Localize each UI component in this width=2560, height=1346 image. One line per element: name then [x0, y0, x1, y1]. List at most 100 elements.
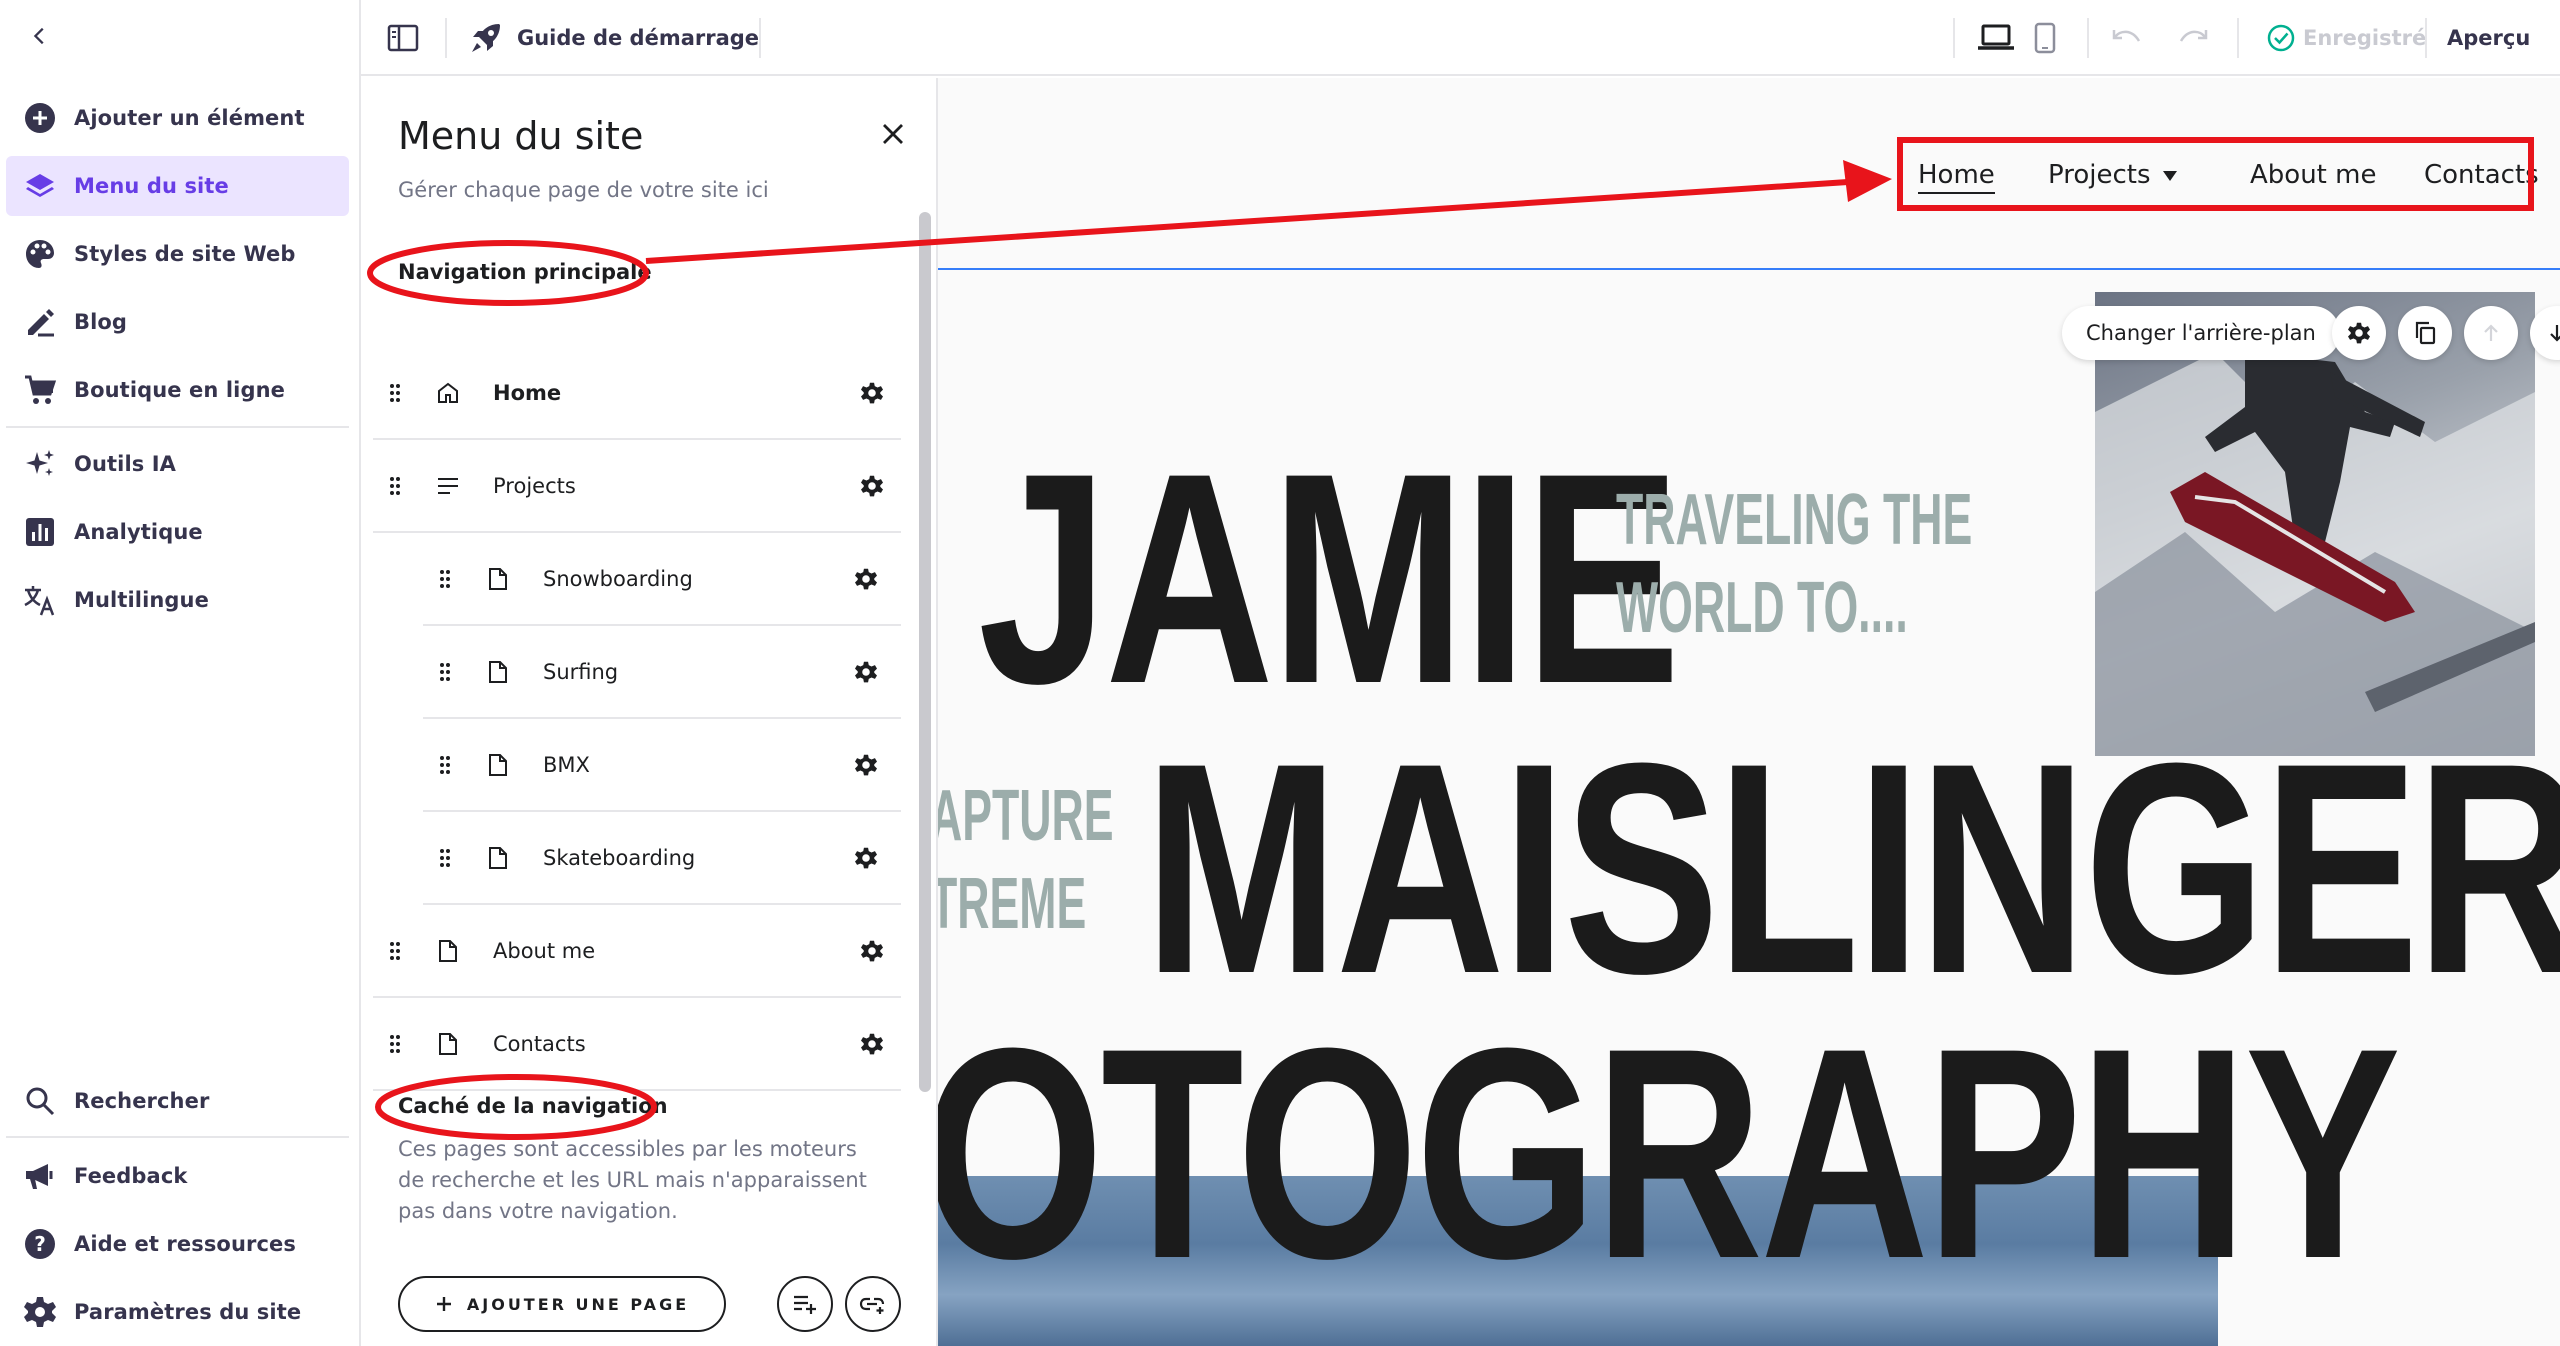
sidebar-item-label: Ajouter un élément: [74, 106, 305, 130]
plus-circle-icon: [25, 103, 55, 133]
sidebar-item-blog[interactable]: Blog: [6, 292, 349, 352]
undo-button[interactable]: [2107, 18, 2147, 58]
hero-tagline-1b[interactable]: WORLD TO....: [1616, 572, 1908, 644]
sidebar-item-help[interactable]: ? Aide et ressources: [6, 1214, 349, 1274]
site-nav-home[interactable]: Home: [1918, 160, 1995, 194]
hero-tagline-1a[interactable]: TRAVELING THE: [1616, 484, 1972, 556]
hero-tagline-2a[interactable]: APTURE: [938, 780, 1114, 852]
sidebar-divider: [6, 1136, 349, 1138]
chevron-left-icon: [33, 27, 44, 45]
sidebar-item-site-settings[interactable]: Paramètres du site: [6, 1282, 349, 1342]
cart-icon: [25, 375, 57, 404]
site-menu-panel: Menu du site Gérer chaque page de votre …: [361, 78, 938, 1346]
palette-icon: [26, 240, 54, 268]
layers-icon: [26, 174, 54, 197]
close-panel-button[interactable]: [869, 110, 917, 158]
sidebar-item-online-store[interactable]: Boutique en ligne: [6, 360, 349, 420]
add-page-button[interactable]: AJOUTER UNE PAGE: [398, 1276, 726, 1332]
mobile-view-button[interactable]: [2027, 18, 2063, 58]
site-preview-canvas[interactable]: Home Projects About me Contacts JAMIE MA…: [938, 78, 2560, 1346]
page-icon: [483, 564, 513, 594]
site-nav-contacts[interactable]: Contacts: [2424, 160, 2539, 190]
playlist-add-icon: [794, 1295, 816, 1314]
editor-topbar: Guide de démarrage Enregistré Aperçu: [361, 0, 2560, 76]
page-settings-gear-icon[interactable]: [851, 843, 881, 873]
editor-sidebar: Ajouter un élément Menu du site Styles d…: [0, 0, 361, 1346]
page-label: Home: [493, 381, 562, 405]
hero-title-line3[interactable]: OTOGRAPHY: [938, 1003, 2401, 1303]
snowboard-photo[interactable]: [2095, 292, 2535, 756]
sidebar-item-search[interactable]: Rechercher: [6, 1071, 349, 1131]
drag-handle-icon[interactable]: [433, 843, 457, 873]
panel-scrollbar[interactable]: [919, 212, 931, 1092]
page-row-about-me[interactable]: About me: [373, 906, 901, 998]
page-icon: [433, 1029, 463, 1059]
drag-handle-icon[interactable]: [383, 1029, 407, 1059]
add-page-label: AJOUTER UNE PAGE: [466, 1294, 690, 1314]
sidebar-item-ai-tools[interactable]: Outils IA: [6, 434, 349, 494]
page-row-snowboarding[interactable]: Snowboarding: [423, 534, 901, 626]
hidden-navigation-heading: Caché de la navigation: [398, 1094, 668, 1118]
add-link-button[interactable]: [845, 1276, 901, 1332]
back-button[interactable]: [20, 16, 60, 56]
getting-started-button[interactable]: Guide de démarrage: [469, 14, 759, 62]
add-menu-item-button[interactable]: [777, 1276, 833, 1332]
drag-handle-icon[interactable]: [433, 750, 457, 780]
section-settings-button[interactable]: [2332, 306, 2386, 360]
caret-down-icon: [2163, 171, 2177, 181]
page-row-skateboarding[interactable]: Skateboarding: [423, 813, 901, 905]
site-nav-about[interactable]: About me: [2250, 160, 2376, 190]
topbar-divider: [445, 18, 447, 58]
sidebar-item-multilingual[interactable]: Multilingue: [6, 570, 349, 630]
redo-icon: [2179, 30, 2208, 42]
gear-icon: [24, 1297, 56, 1327]
drag-handle-icon[interactable]: [383, 471, 407, 501]
sidebar-item-site-styles[interactable]: Styles de site Web: [6, 224, 349, 284]
topbar-divider: [2087, 18, 2089, 58]
redo-button[interactable]: [2173, 18, 2213, 58]
sidebar-item-analytics[interactable]: Analytique: [6, 502, 349, 562]
topbar-divider: [1953, 18, 1955, 58]
drag-handle-icon[interactable]: [383, 378, 407, 408]
desktop-view-button[interactable]: [1973, 18, 2019, 58]
plus-icon: [436, 1297, 451, 1311]
drag-handle-icon[interactable]: [433, 657, 457, 687]
page-label: Surfing: [543, 660, 619, 684]
page-row-contacts[interactable]: Contacts: [373, 999, 901, 1091]
page-row-bmx[interactable]: BMX: [423, 720, 901, 812]
move-section-up-button[interactable]: [2464, 306, 2518, 360]
duplicate-section-button[interactable]: [2398, 306, 2452, 360]
sidebar-item-add-element[interactable]: Ajouter un élément: [6, 88, 349, 148]
search-icon: [26, 1087, 55, 1116]
hero-title-line1[interactable]: JAMIE: [978, 428, 1681, 728]
page-settings-gear-icon[interactable]: [857, 471, 887, 501]
page-label: Contacts: [493, 1032, 586, 1056]
sidebar-item-label: Feedback: [74, 1164, 188, 1188]
page-row-home[interactable]: Home: [373, 348, 901, 440]
sidebar-divider: [6, 426, 349, 428]
page-settings-gear-icon[interactable]: [857, 378, 887, 408]
sidebar-panel-icon: [387, 24, 419, 52]
sidebar-item-feedback[interactable]: Feedback: [6, 1146, 349, 1206]
page-settings-gear-icon[interactable]: [851, 750, 881, 780]
site-nav-projects[interactable]: Projects: [2048, 160, 2151, 190]
panel-subtitle: Gérer chaque page de votre site ici: [398, 178, 769, 202]
home-icon: [433, 378, 463, 408]
page-settings-gear-icon[interactable]: [851, 564, 881, 594]
page-settings-gear-icon[interactable]: [851, 657, 881, 687]
page-settings-gear-icon[interactable]: [857, 936, 887, 966]
page-row-projects[interactable]: Projects: [373, 441, 901, 533]
sidebar-item-label: Boutique en ligne: [74, 378, 285, 402]
mobile-phone-icon: [2034, 22, 2056, 54]
drag-handle-icon[interactable]: [383, 936, 407, 966]
section-boundary-line: [938, 268, 2560, 270]
sidebar-item-site-menu[interactable]: Menu du site: [6, 156, 349, 216]
preview-button[interactable]: Aperçu: [2447, 18, 2530, 58]
drag-handle-icon[interactable]: [433, 564, 457, 594]
page-settings-gear-icon[interactable]: [857, 1029, 887, 1059]
hero-title-line2[interactable]: MAISLINGER: [1144, 718, 2560, 1018]
toggle-sidebar-button[interactable]: [381, 18, 425, 58]
hero-tagline-2b[interactable]: TREME: [938, 868, 1086, 940]
page-row-surfing[interactable]: Surfing: [423, 627, 901, 719]
change-background-button[interactable]: Changer l'arrière-plan: [2062, 306, 2340, 360]
